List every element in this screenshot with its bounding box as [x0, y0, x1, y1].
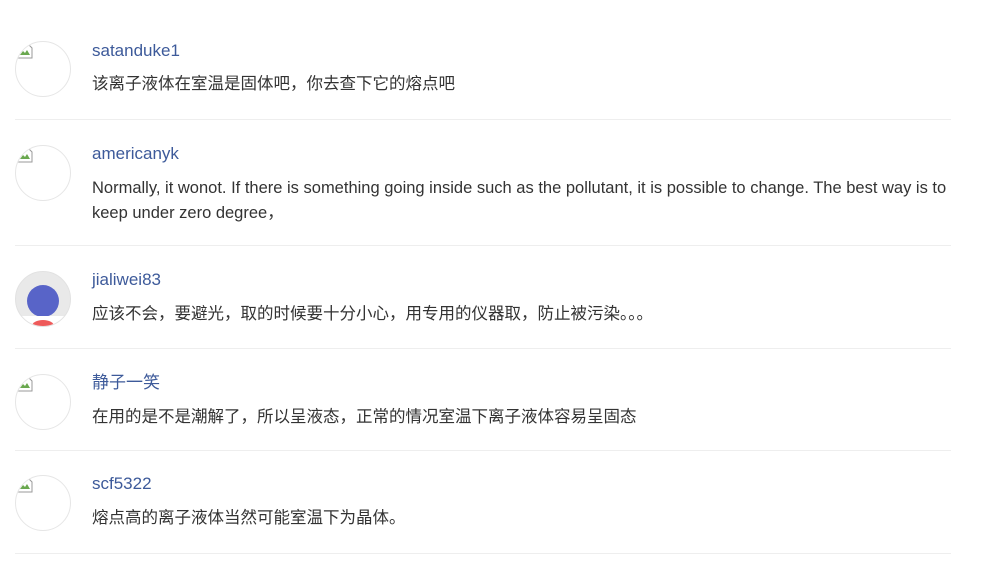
comment-text: 熔点高的离子液体当然可能室温下为晶体。 — [92, 509, 406, 527]
user-avatar-icon[interactable] — [15, 271, 71, 327]
avatar-chin-shape — [32, 320, 54, 326]
comment-username[interactable]: satanduke1 — [92, 41, 180, 61]
comment-username[interactable]: jialiwei83 — [92, 270, 161, 290]
broken-image-icon[interactable] — [15, 145, 71, 201]
comment-item: 静子一笑 在用的是不是潮解了，所以呈液态，正常的情况室温下离子液体容易呈固态 — [15, 349, 951, 451]
avatar-head-shape — [27, 285, 59, 317]
comment-list: satanduke1 该离子液体在室温是固体吧，你去查下它的熔点吧 americ… — [15, 17, 951, 554]
comment-username[interactable]: americanyk — [92, 144, 179, 164]
comment-item: americanyk Normally, it wonot. If there … — [15, 120, 951, 246]
comment-text: 应该不会，要避光，取的时候要十分小心，用专用的仪器取，防止被污染。。。 — [92, 305, 653, 323]
comment-text: 该离子液体在室温是固体吧，你去查下它的熔点吧 — [92, 75, 455, 93]
broken-image-icon[interactable] — [15, 41, 71, 97]
comment-item: jialiwei83 应该不会，要避光，取的时候要十分小心，用专用的仪器取，防止… — [15, 246, 951, 349]
comment-username[interactable]: 静子一笑 — [92, 373, 160, 393]
broken-image-icon[interactable] — [15, 475, 71, 531]
comment-text: 在用的是不是潮解了，所以呈液态，正常的情况室温下离子液体容易呈固态 — [92, 408, 637, 426]
comment-item: satanduke1 该离子液体在室温是固体吧，你去查下它的熔点吧 — [15, 17, 951, 120]
comment-item: scf5322 熔点高的离子液体当然可能室温下为晶体。 — [15, 451, 951, 554]
comment-username[interactable]: scf5322 — [92, 474, 152, 494]
broken-image-icon[interactable] — [15, 374, 71, 430]
comment-text: Normally, it wonot. If there is somethin… — [92, 179, 947, 222]
